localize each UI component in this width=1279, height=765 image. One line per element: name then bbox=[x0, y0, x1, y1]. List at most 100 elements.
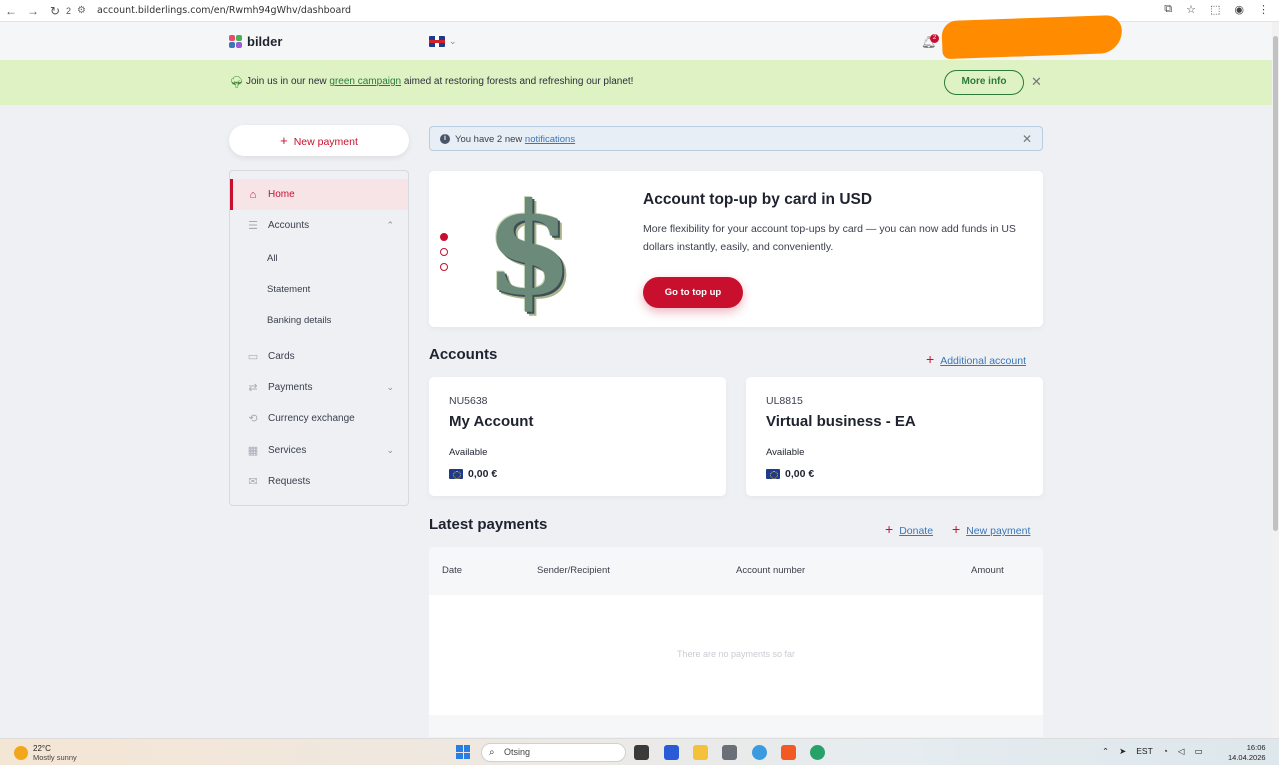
calculator-icon[interactable] bbox=[722, 745, 737, 760]
file-explorer-icon[interactable] bbox=[693, 745, 708, 760]
back-icon[interactable]: ← bbox=[0, 4, 22, 18]
search-icon: ⌕ bbox=[489, 747, 495, 758]
payments-table: Date Sender/Recipient Account number Amo… bbox=[429, 547, 1043, 737]
forward-icon[interactable]: → bbox=[22, 4, 44, 18]
extensions-icon[interactable]: ⬚ bbox=[1210, 3, 1220, 16]
task-view-icon[interactable] bbox=[634, 745, 649, 760]
carousel-dot[interactable] bbox=[440, 248, 448, 256]
bookmark-star-icon[interactable]: ☆ bbox=[1186, 3, 1196, 16]
new-payment-link[interactable]: + New payment bbox=[952, 521, 1030, 537]
green-campaign-link[interactable]: green campaign bbox=[329, 76, 401, 87]
wifi-icon[interactable]: ◔ bbox=[1163, 746, 1168, 757]
latest-payments-title: Latest payments bbox=[429, 516, 548, 533]
sidebar-item-payments[interactable]: ⇄ Payments ⌄ bbox=[230, 372, 408, 403]
carousel-dot[interactable] bbox=[440, 263, 448, 271]
profile-icon[interactable]: ◉ bbox=[1234, 3, 1244, 16]
account-card[interactable]: NU5638 My Account Available 0,00 € bbox=[429, 377, 726, 496]
campaign-banner: 🌳︎ Join us in our new green campaign aim… bbox=[0, 60, 1272, 105]
telegram-icon[interactable]: ➤ bbox=[1119, 746, 1126, 757]
scrollbar-thumb[interactable] bbox=[1273, 36, 1278, 531]
campaign-text: Join us in our new green campaign aimed … bbox=[246, 76, 634, 87]
messenger-icon[interactable] bbox=[752, 745, 767, 760]
column-sender-recipient[interactable]: Sender/Recipient bbox=[537, 565, 610, 576]
info-icon: i bbox=[440, 134, 450, 144]
sidebar-item-banking-details[interactable]: Banking details bbox=[267, 315, 331, 326]
weather-condition: Mostly sunny bbox=[33, 753, 77, 762]
donate-link[interactable]: + Donate bbox=[885, 521, 933, 537]
sidebar-item-all[interactable]: All bbox=[267, 253, 278, 264]
sidebar-item-home[interactable]: ⌂ Home bbox=[230, 179, 408, 210]
sidebar-item-cards[interactable]: ▭ Cards bbox=[230, 341, 408, 372]
system-tray: ⌃ ➤ EST ◔ ◁ ▭ bbox=[1102, 746, 1203, 757]
account-number: UL8815 bbox=[766, 395, 803, 407]
clock-date: 14.04.2026 bbox=[1228, 753, 1266, 762]
new-payment-button[interactable]: + New payment bbox=[229, 125, 409, 156]
grid-icon: ▦ bbox=[247, 445, 259, 457]
system-clock[interactable]: 16:06 14.04.2026 bbox=[1228, 743, 1266, 763]
carousel-dot[interactable] bbox=[440, 233, 448, 241]
windows-start-icon[interactable] bbox=[456, 745, 470, 759]
more-info-button[interactable]: More info bbox=[944, 70, 1024, 95]
sidebar-item-currency-exchange[interactable]: ⟲ Currency exchange bbox=[230, 403, 408, 434]
table-header: Date Sender/Recipient Account number Amo… bbox=[429, 547, 1043, 595]
table-footer bbox=[429, 715, 1043, 737]
chevron-up-icon: ⌃ bbox=[386, 220, 394, 230]
app-icon[interactable] bbox=[664, 745, 679, 760]
available-label: Available bbox=[449, 447, 488, 458]
taskbar-search[interactable]: ⌕ Otsing bbox=[481, 743, 626, 762]
notification-bar: i You have 2 new notifications ✕ bbox=[429, 126, 1043, 151]
volume-icon[interactable]: ◁ bbox=[1178, 746, 1185, 757]
redacted-user-area bbox=[941, 14, 1123, 60]
os-taskbar: 22°C Mostly sunny ⌕ Otsing ⌃ ➤ EST ◔ ◁ ▭ … bbox=[0, 738, 1279, 765]
chevron-down-icon: ⌄ bbox=[386, 382, 394, 392]
language-selector[interactable]: ⌄ bbox=[429, 36, 457, 47]
notification-text: You have 2 new notifications bbox=[455, 134, 576, 145]
plus-icon: + bbox=[280, 133, 288, 148]
cast-icon[interactable]: ⧉ bbox=[1164, 3, 1172, 16]
go-to-top-up-button[interactable]: Go to top up bbox=[643, 277, 743, 308]
column-amount[interactable]: Amount bbox=[971, 565, 1004, 576]
additional-account-link[interactable]: + Additional account bbox=[926, 351, 1026, 367]
mail-icon: ✉ bbox=[248, 476, 258, 488]
weather-widget[interactable]: 22°C Mostly sunny bbox=[14, 744, 77, 762]
close-icon[interactable]: ✕ bbox=[1022, 132, 1032, 146]
sidebar-item-services[interactable]: ▦ Services ⌄ bbox=[230, 435, 408, 466]
promo-carousel: $ Account top-up by card in USD More fle… bbox=[429, 171, 1043, 327]
input-language[interactable]: EST bbox=[1136, 746, 1153, 757]
address-bar[interactable]: account.bilderlings.com/en/Rwmh94gWhv/da… bbox=[97, 5, 351, 16]
tree-icon: 🌳︎ bbox=[229, 75, 245, 89]
brave-browser-icon[interactable] bbox=[781, 745, 796, 760]
eu-flag-icon bbox=[766, 469, 780, 479]
page-scrollbar[interactable] bbox=[1272, 22, 1279, 738]
chevron-down-icon: ⌄ bbox=[386, 445, 394, 455]
column-account-number[interactable]: Account number bbox=[736, 565, 805, 576]
account-balance: 0,00 € bbox=[449, 468, 497, 480]
notifications-link[interactable]: notifications bbox=[525, 134, 575, 145]
account-number: NU5638 bbox=[449, 395, 488, 407]
sidebar-nav: ⌂ Home ☰ Accounts ⌃ All Statement Bankin… bbox=[229, 170, 409, 506]
chevron-up-icon[interactable]: ⌃ bbox=[1102, 746, 1109, 757]
plus-icon: + bbox=[952, 521, 961, 537]
account-card[interactable]: UL8815 Virtual business - EA Available 0… bbox=[746, 377, 1043, 496]
card-icon: ▭ bbox=[247, 351, 259, 363]
payments-icon: ⇄ bbox=[248, 382, 258, 394]
available-label: Available bbox=[766, 447, 805, 458]
account-name: My Account bbox=[449, 413, 534, 430]
home-icon: ⌂ bbox=[249, 188, 257, 201]
menu-icon[interactable]: ⋮ bbox=[1258, 3, 1269, 16]
sidebar-item-accounts[interactable]: ☰ Accounts ⌃ bbox=[230, 210, 408, 241]
uk-flag-icon bbox=[429, 36, 445, 47]
chevron-down-icon: ⌄ bbox=[449, 36, 457, 46]
account-balance: 0,00 € bbox=[766, 468, 814, 480]
site-info-icon[interactable]: ⚙ bbox=[77, 5, 93, 17]
sidebar-item-statement[interactable]: Statement bbox=[267, 284, 310, 295]
column-date[interactable]: Date bbox=[442, 565, 462, 576]
sun-icon bbox=[14, 746, 28, 760]
plus-icon: + bbox=[885, 521, 894, 537]
sidebar-item-requests[interactable]: ✉ Requests bbox=[230, 466, 408, 497]
battery-icon[interactable]: ▭ bbox=[1194, 746, 1202, 757]
brand-logo[interactable]: bilder bbox=[229, 34, 282, 49]
close-icon[interactable]: ✕ bbox=[1031, 74, 1042, 90]
reload-icon[interactable]: ↻ bbox=[44, 4, 66, 18]
browser-icon[interactable] bbox=[810, 745, 825, 760]
